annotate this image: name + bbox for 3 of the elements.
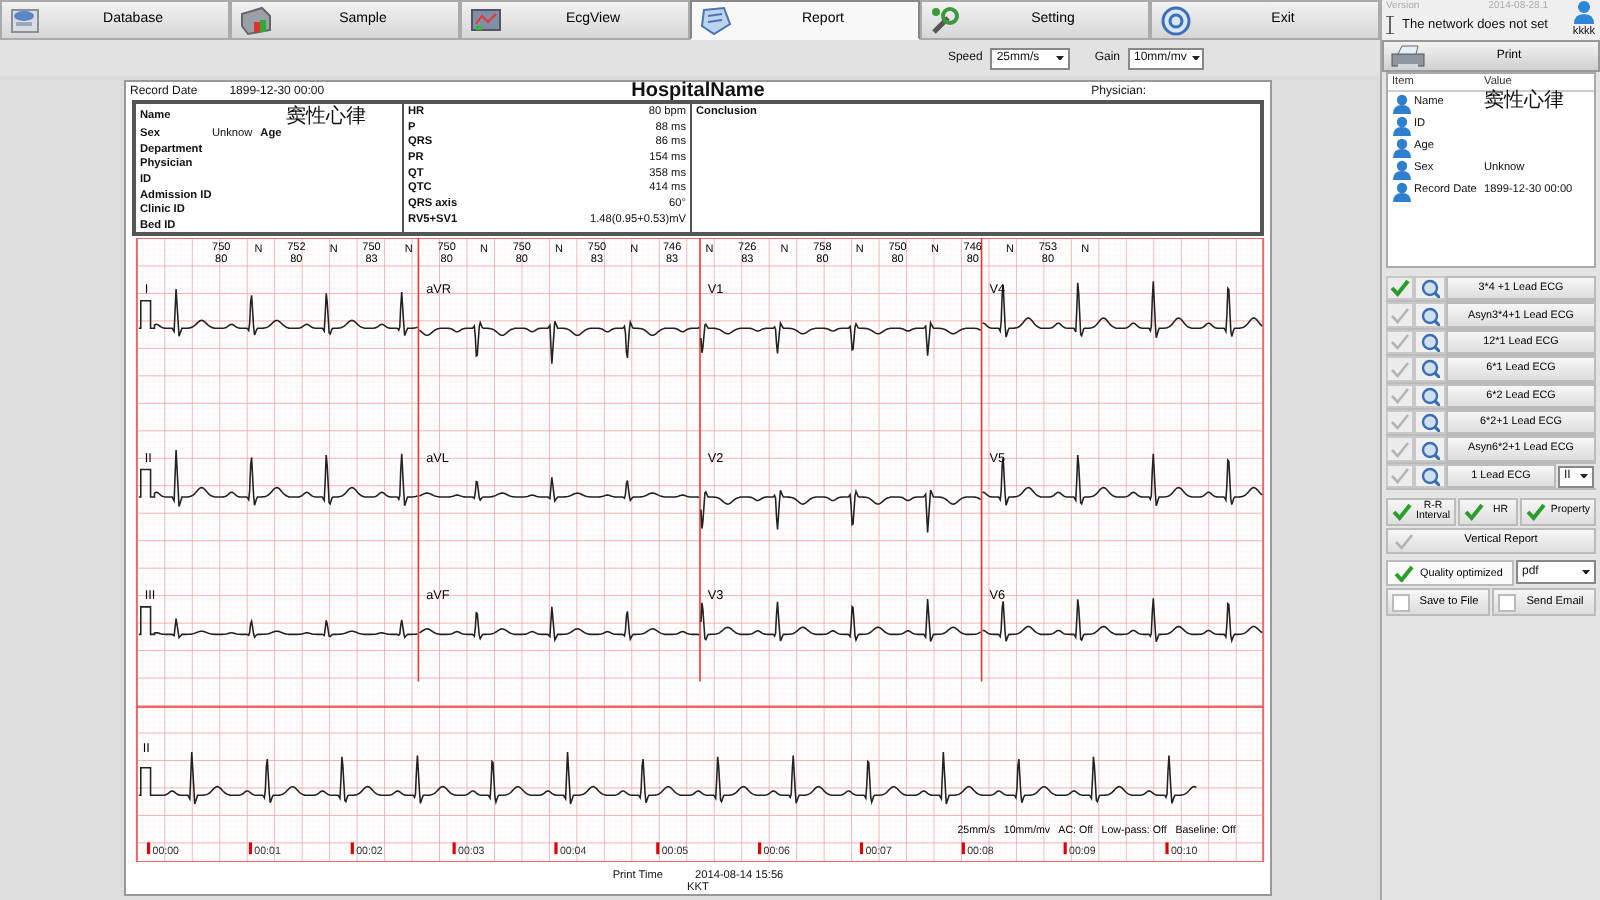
property-value: 窦性心律 [1484,90,1564,112]
field-value: 窦性心律 [286,106,366,128]
hospital-name: HospitalName [631,82,765,102]
